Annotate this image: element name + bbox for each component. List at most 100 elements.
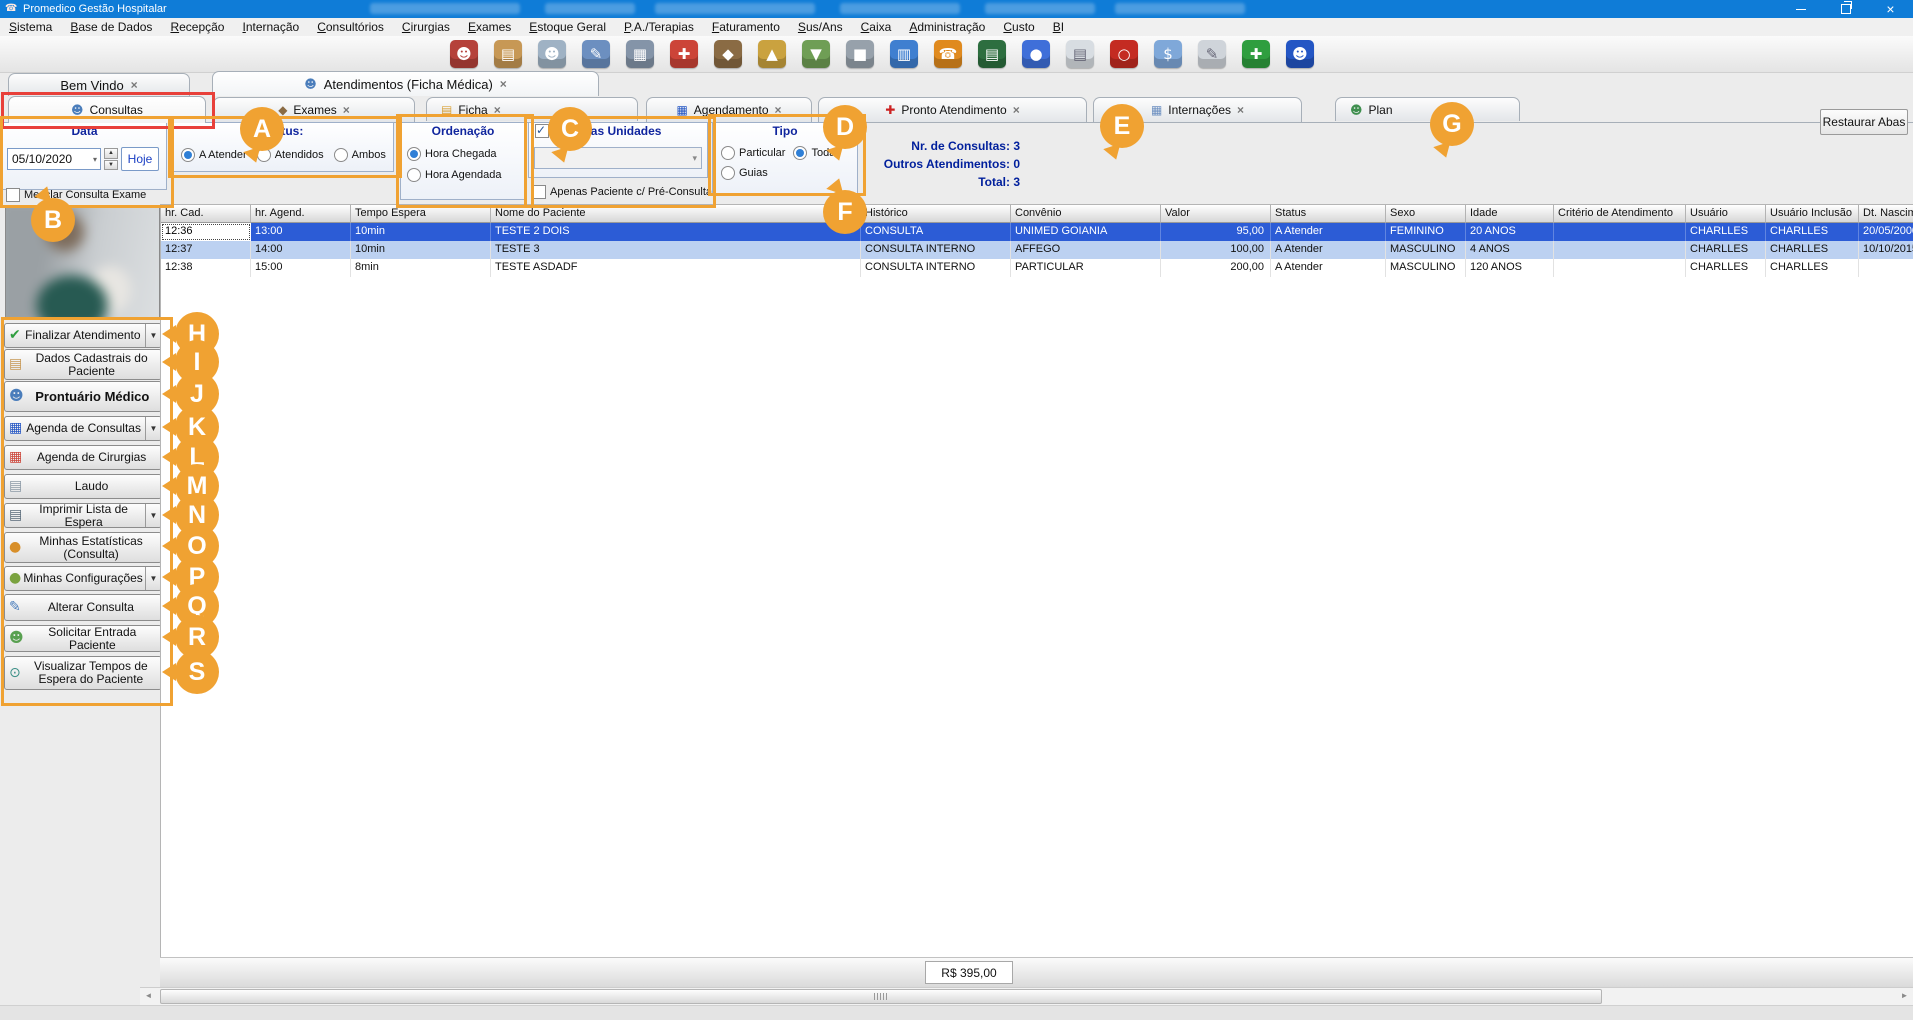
pharmacy-icon[interactable]: ◆ bbox=[714, 40, 742, 68]
table-row[interactable]: 12:3815:008minTESTE ASDADFCONSULTA INTER… bbox=[161, 259, 1913, 277]
column-header-idade[interactable]: Idade bbox=[1466, 205, 1554, 223]
scroll-left-icon[interactable]: ◄ bbox=[140, 988, 157, 1003]
chevron-down-icon[interactable] bbox=[93, 155, 100, 164]
column-header-tempo-espera[interactable]: Tempo Espera bbox=[351, 205, 491, 223]
patients-icon[interactable]: ☻ bbox=[450, 40, 478, 68]
radio-a-atender[interactable]: A Atender bbox=[181, 148, 247, 162]
menu-recep-o[interactable]: Recepção bbox=[161, 20, 233, 34]
column-header-crit-rio-de-atendimento[interactable]: Critério de Atendimento bbox=[1554, 205, 1686, 223]
medical-records-icon[interactable]: ▤ bbox=[494, 40, 522, 68]
prontu-rio-m-dico-button[interactable]: ☻Prontuário Médico bbox=[4, 381, 162, 412]
alterar-consulta-button[interactable]: ✎Alterar Consulta bbox=[4, 594, 162, 621]
scroll-right-icon[interactable]: ► bbox=[1896, 988, 1913, 1003]
radio-icon[interactable] bbox=[721, 146, 735, 160]
imprimir-lista-de-espera-button[interactable]: ▤Imprimir Lista de Espera bbox=[4, 503, 162, 528]
dados-cadastrais-do-paciente-button[interactable]: ▤Dados Cadastrais do Paciente bbox=[4, 349, 162, 380]
vitals-book-icon[interactable]: ✚ bbox=[1242, 40, 1270, 68]
menu-exames[interactable]: Exames bbox=[459, 20, 520, 34]
column-header-valor[interactable]: Valor bbox=[1161, 205, 1271, 223]
close-tab-icon[interactable] bbox=[131, 78, 138, 92]
menu-caixa[interactable]: Caixa bbox=[852, 20, 901, 34]
billing-icon[interactable]: $ bbox=[1154, 40, 1182, 68]
column-header-hr-agend[interactable]: hr. Agend. bbox=[251, 205, 351, 223]
radio-icon[interactable] bbox=[181, 148, 195, 162]
restore-button[interactable] bbox=[1823, 0, 1868, 18]
checkbox-icon[interactable] bbox=[535, 124, 549, 138]
subtab-consultas[interactable]: ☻ Consultas bbox=[8, 96, 206, 123]
statistics-icon[interactable]: ▥ bbox=[890, 40, 918, 68]
visualizar-tempos-de-espera-do-paciente-button[interactable]: ⊙Visualizar Tempos de Espera do Paciente bbox=[4, 656, 162, 690]
hoje-button[interactable]: Hoje bbox=[121, 147, 159, 171]
doctor-icon[interactable]: ☻ bbox=[538, 40, 566, 68]
menu-sistema[interactable]: Sistema bbox=[0, 20, 61, 34]
radio-icon[interactable] bbox=[721, 166, 735, 180]
column-header-hist-rico[interactable]: Histórico bbox=[861, 205, 1011, 223]
column-header-usu-rio-inclus-o[interactable]: Usuário Inclusão bbox=[1766, 205, 1859, 223]
ledger-icon[interactable]: ▤ bbox=[978, 40, 1006, 68]
column-header-usu-rio[interactable]: Usuário bbox=[1686, 205, 1766, 223]
radio-icon[interactable] bbox=[334, 148, 348, 162]
close-tab-icon[interactable] bbox=[343, 103, 350, 117]
laudo-button[interactable]: ▤Laudo bbox=[4, 474, 162, 499]
menu-administra-o[interactable]: Administração bbox=[900, 20, 994, 34]
menu-sus-ans[interactable]: Sus/Ans bbox=[789, 20, 852, 34]
tab-bem-vindo[interactable]: Bem Vindo bbox=[8, 73, 190, 96]
payments-icon[interactable]: ▼ bbox=[802, 40, 830, 68]
minhas-configura-es-button[interactable]: ●Minhas Configurações bbox=[4, 566, 162, 591]
restaurar-abas-button[interactable]: Restaurar Abas bbox=[1820, 109, 1908, 135]
radio-hora-agendada[interactable]: Hora Agendada bbox=[407, 168, 525, 182]
close-tab-icon[interactable] bbox=[775, 103, 782, 117]
menu-custo[interactable]: Custo bbox=[994, 20, 1043, 34]
column-header-dt-nascimer[interactable]: Dt. Nascimer bbox=[1859, 205, 1913, 223]
chat-icon[interactable]: ● bbox=[1022, 40, 1050, 68]
date-stepper[interactable]: ▲▼ bbox=[104, 148, 118, 170]
patient-book-icon[interactable]: ☻ bbox=[1286, 40, 1314, 68]
column-header-nome-do-paciente[interactable]: Nome do Paciente bbox=[491, 205, 861, 223]
checkbox-icon[interactable] bbox=[532, 185, 546, 199]
close-button[interactable] bbox=[1868, 0, 1913, 18]
column-header-conv-nio[interactable]: Convênio bbox=[1011, 205, 1161, 223]
tab-atendimentos-ficha-medica[interactable]: ☻ Atendimentos (Ficha Médica) bbox=[212, 71, 599, 96]
radio-icon[interactable] bbox=[793, 146, 807, 160]
table-row[interactable]: 12:3714:0010minTESTE 3CONSULTA INTERNOAF… bbox=[161, 241, 1913, 259]
revenue-up-icon[interactable]: ▲ bbox=[758, 40, 786, 68]
column-header-sexo[interactable]: Sexo bbox=[1386, 205, 1466, 223]
table-row[interactable]: 12:3613:0010minTESTE 2 DOISCONSULTAUNIME… bbox=[161, 223, 1913, 241]
phonebook-icon[interactable]: ☎ bbox=[934, 40, 962, 68]
minhas-estat-sticas-consulta-button[interactable]: ●Minhas Estatísticas (Consulta) bbox=[4, 532, 162, 563]
ambulance-icon[interactable]: ✚ bbox=[670, 40, 698, 68]
safe-icon[interactable]: ■ bbox=[846, 40, 874, 68]
radio-ambos[interactable]: Ambos bbox=[334, 148, 386, 162]
subtab-agendamento[interactable]: ▦ Agendamento bbox=[646, 97, 812, 122]
chevron-down-icon[interactable] bbox=[145, 567, 161, 590]
prescription-icon[interactable]: ✎ bbox=[582, 40, 610, 68]
radio-icon[interactable] bbox=[407, 168, 421, 182]
chevron-down-icon[interactable] bbox=[145, 324, 161, 347]
menu-consult-rios[interactable]: Consultórios bbox=[308, 20, 393, 34]
report-icon[interactable]: ▤ bbox=[1066, 40, 1094, 68]
scrollbar-thumb[interactable] bbox=[160, 989, 1602, 1004]
menu-base-de-dados[interactable]: Base de Dados bbox=[61, 20, 161, 34]
radio-icon[interactable] bbox=[407, 147, 421, 161]
menu-faturamento[interactable]: Faturamento bbox=[703, 20, 789, 34]
mesclar-consulta-exame-checkbox[interactable]: Mesclar Consulta Exame bbox=[6, 188, 146, 202]
power-icon[interactable]: ○ bbox=[1110, 40, 1138, 68]
agenda-de-cirurgias-button[interactable]: ▦Agenda de Cirurgias bbox=[4, 445, 162, 470]
column-header-hr-cad[interactable]: hr. Cad. bbox=[161, 205, 251, 223]
checkbox-icon[interactable] bbox=[6, 188, 20, 202]
menu-cirurgias[interactable]: Cirurgias bbox=[393, 20, 459, 34]
close-tab-icon[interactable] bbox=[1237, 103, 1244, 117]
radio-hora-chegada[interactable]: Hora Chegada bbox=[407, 147, 525, 161]
radio-particular[interactable]: Particular bbox=[721, 146, 785, 160]
close-tab-icon[interactable] bbox=[494, 103, 501, 117]
column-header-status[interactable]: Status bbox=[1271, 205, 1386, 223]
chevron-down-icon[interactable] bbox=[145, 417, 161, 440]
subtab-plan[interactable]: ☻ Plan bbox=[1335, 97, 1520, 121]
apenas-pre-consulta-checkbox[interactable]: Apenas Paciente c/ Pré-Consulta bbox=[532, 185, 712, 199]
finalizar-atendimento-button[interactable]: ✔Finalizar Atendimento bbox=[4, 323, 162, 348]
agenda-de-consultas-button[interactable]: ▦Agenda de Consultas bbox=[4, 416, 162, 441]
horizontal-scrollbar[interactable]: ◄ ► bbox=[140, 987, 1913, 1006]
date-input[interactable]: 05/10/2020 bbox=[7, 148, 101, 170]
menu-estoque-geral[interactable]: Estoque Geral bbox=[520, 20, 615, 34]
minimize-button[interactable] bbox=[1778, 0, 1823, 18]
